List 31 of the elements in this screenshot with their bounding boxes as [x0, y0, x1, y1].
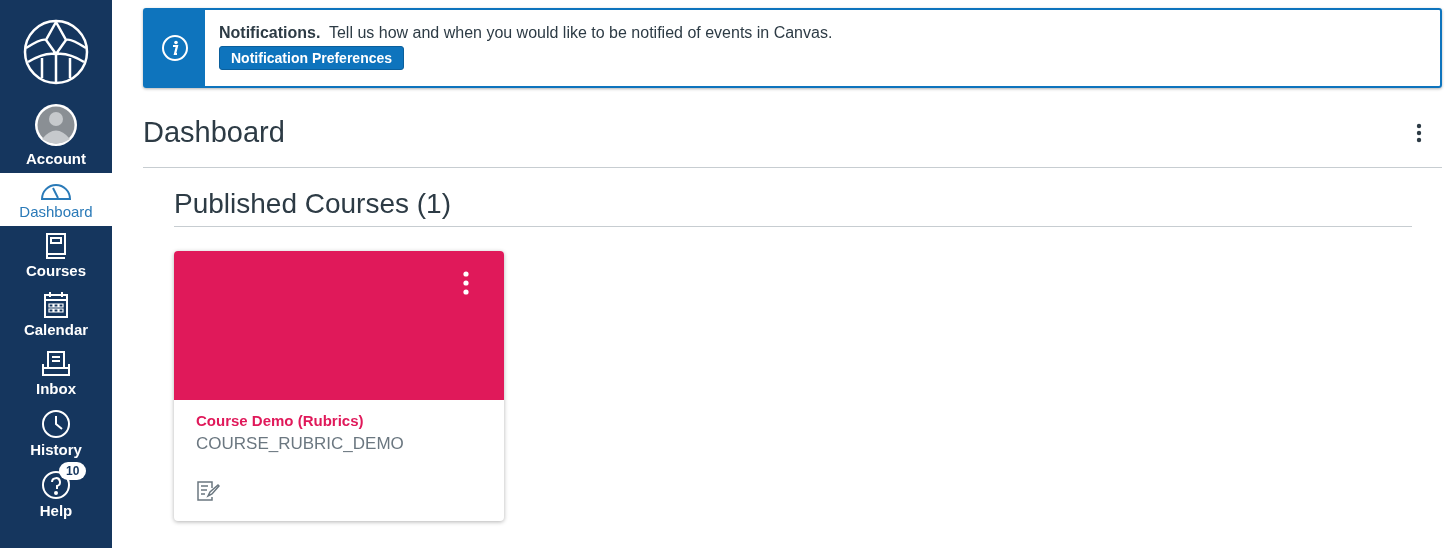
- page-title: Dashboard: [143, 116, 285, 149]
- inbox-icon: [40, 350, 72, 378]
- nav-label: Help: [39, 502, 73, 519]
- notification-message: Notifications. Tell us how and when you would like to be notified of events in Canvas.: [219, 24, 833, 42]
- course-name-link[interactable]: Course Demo (Rubrics): [196, 412, 364, 429]
- nav-label: Inbox: [36, 380, 76, 397]
- notification-badge: 10: [59, 462, 87, 480]
- more-options-icon[interactable]: [1416, 122, 1422, 143]
- nav-label: Calendar: [23, 321, 89, 338]
- course-card[interactable]: Course Demo (Rubrics) COURSE_RUBRIC_DEMO: [174, 251, 504, 521]
- nav-label: Courses: [26, 262, 86, 279]
- nav-item[interactable]: Calendar: [0, 285, 112, 344]
- info-icon: [161, 34, 189, 62]
- notification-preferences-button[interactable]: Notification Preferences: [219, 46, 405, 70]
- course-code: COURSE_RUBRIC_DEMO: [196, 434, 404, 454]
- nav-item[interactable]: Inbox: [0, 344, 112, 403]
- nav-item[interactable]: Account: [0, 96, 112, 173]
- nav-item[interactable]: Courses: [0, 226, 112, 285]
- nav-label: History: [30, 441, 82, 458]
- nav-label: Account: [26, 150, 86, 167]
- nav-item[interactable]: Dashboard: [0, 173, 112, 226]
- logo-icon[interactable]: [22, 18, 90, 86]
- nav-item[interactable]: History: [0, 403, 112, 464]
- clock-icon: [41, 409, 71, 439]
- section-title: Published Courses (1): [174, 188, 1412, 227]
- nav-item[interactable]: 10 Help: [0, 464, 112, 525]
- avatar-icon: [33, 102, 79, 148]
- assignments-icon[interactable]: [196, 480, 220, 502]
- book-icon: [43, 232, 69, 260]
- nav-label: Dashboard: [19, 203, 93, 220]
- calendar-icon: [42, 291, 70, 319]
